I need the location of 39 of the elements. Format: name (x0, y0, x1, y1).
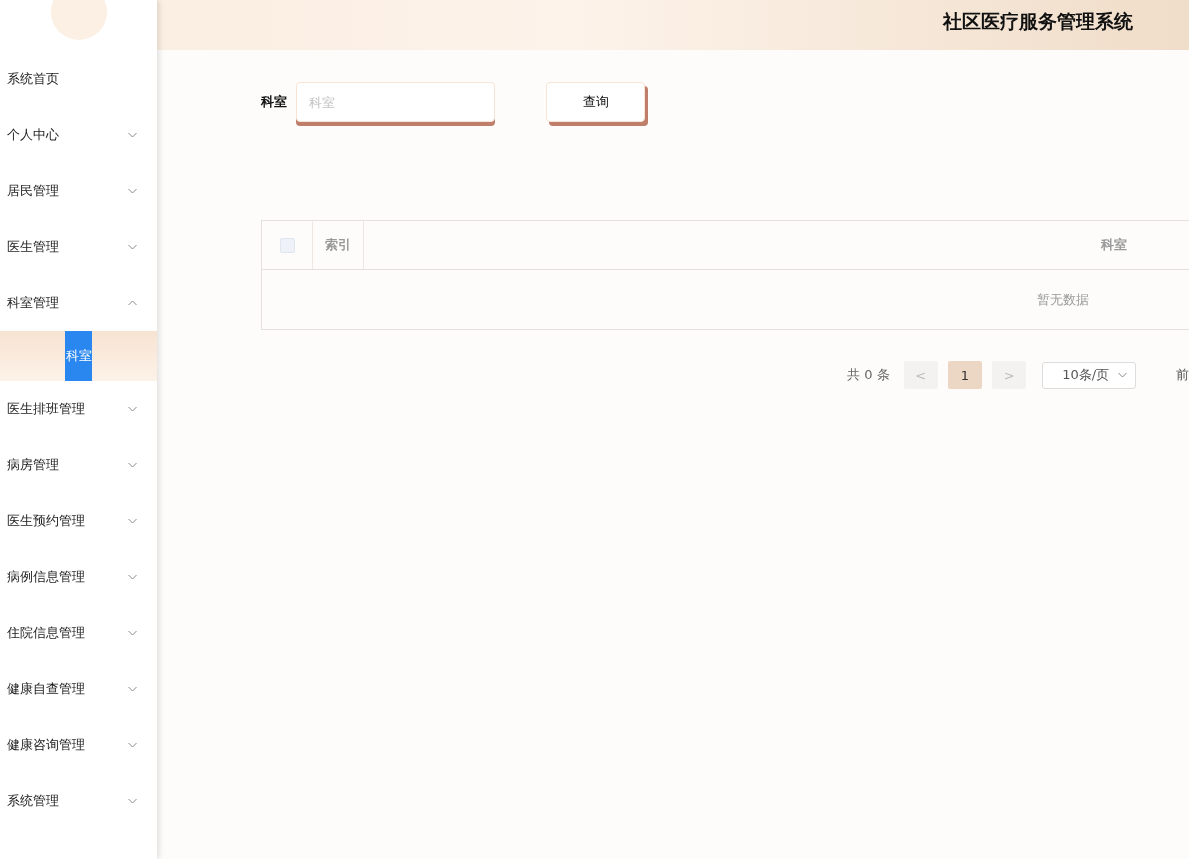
search-field[interactable]: 科室 (296, 82, 495, 122)
field-label: 科室 (261, 93, 287, 111)
chevron-down-icon (128, 518, 137, 524)
chevron-down-icon (128, 188, 137, 194)
chevron-down-icon (128, 244, 137, 250)
sidebar-item[interactable]: 科室管理 (0, 275, 157, 331)
page-size-select[interactable]: 10条/页 (1042, 361, 1136, 389)
sidebar-item[interactable]: 居民管理 (0, 163, 157, 219)
sidebar-item[interactable]: 病房管理 (0, 437, 157, 493)
chevron-down-icon (128, 630, 137, 636)
sidebar-item[interactable]: 医生预约管理 (0, 493, 157, 549)
sidebar-item[interactable]: 个人中心 (0, 107, 157, 163)
sidebar-subitem[interactable]: 科室 (65, 331, 92, 381)
app-title: 社区医疗服务管理系统 (943, 9, 1133, 34)
chevron-down-icon (128, 574, 137, 580)
page-button[interactable]: 1 (947, 361, 982, 389)
empty-text: 暂无数据 (1037, 290, 1089, 309)
chevron-down-icon (128, 132, 137, 138)
sidebar-item[interactable]: 健康自查管理 (0, 661, 157, 717)
jump-label: 前 (1176, 366, 1189, 384)
chevron-down-icon (1118, 372, 1127, 378)
total-count: 共 0 条 (847, 366, 890, 384)
select-all-checkbox[interactable] (279, 237, 295, 253)
sidebar-item[interactable]: 系统管理 (0, 773, 157, 829)
avatar-circle (50, 0, 107, 40)
chevron-down-icon (128, 406, 137, 412)
sidebar-item[interactable]: 医生排班管理 (0, 381, 157, 437)
chevron-up-icon (128, 300, 137, 306)
column-header: 索引 (325, 236, 351, 254)
chevron-down-icon (128, 742, 137, 748)
sidebar-item[interactable]: 住院信息管理 (0, 605, 157, 661)
sidebar-item[interactable]: 系统首页 (0, 51, 157, 107)
sidebar-item[interactable]: 医生管理 (0, 219, 157, 275)
sidebar-item[interactable]: 健康咨询管理 (0, 717, 157, 773)
chevron-down-icon (128, 462, 137, 468)
sidebar-item[interactable]: 病例信息管理 (0, 549, 157, 605)
chevron-down-icon (128, 686, 137, 692)
chevron-down-icon (128, 798, 137, 804)
column-header: 科室 (1100, 236, 1127, 254)
